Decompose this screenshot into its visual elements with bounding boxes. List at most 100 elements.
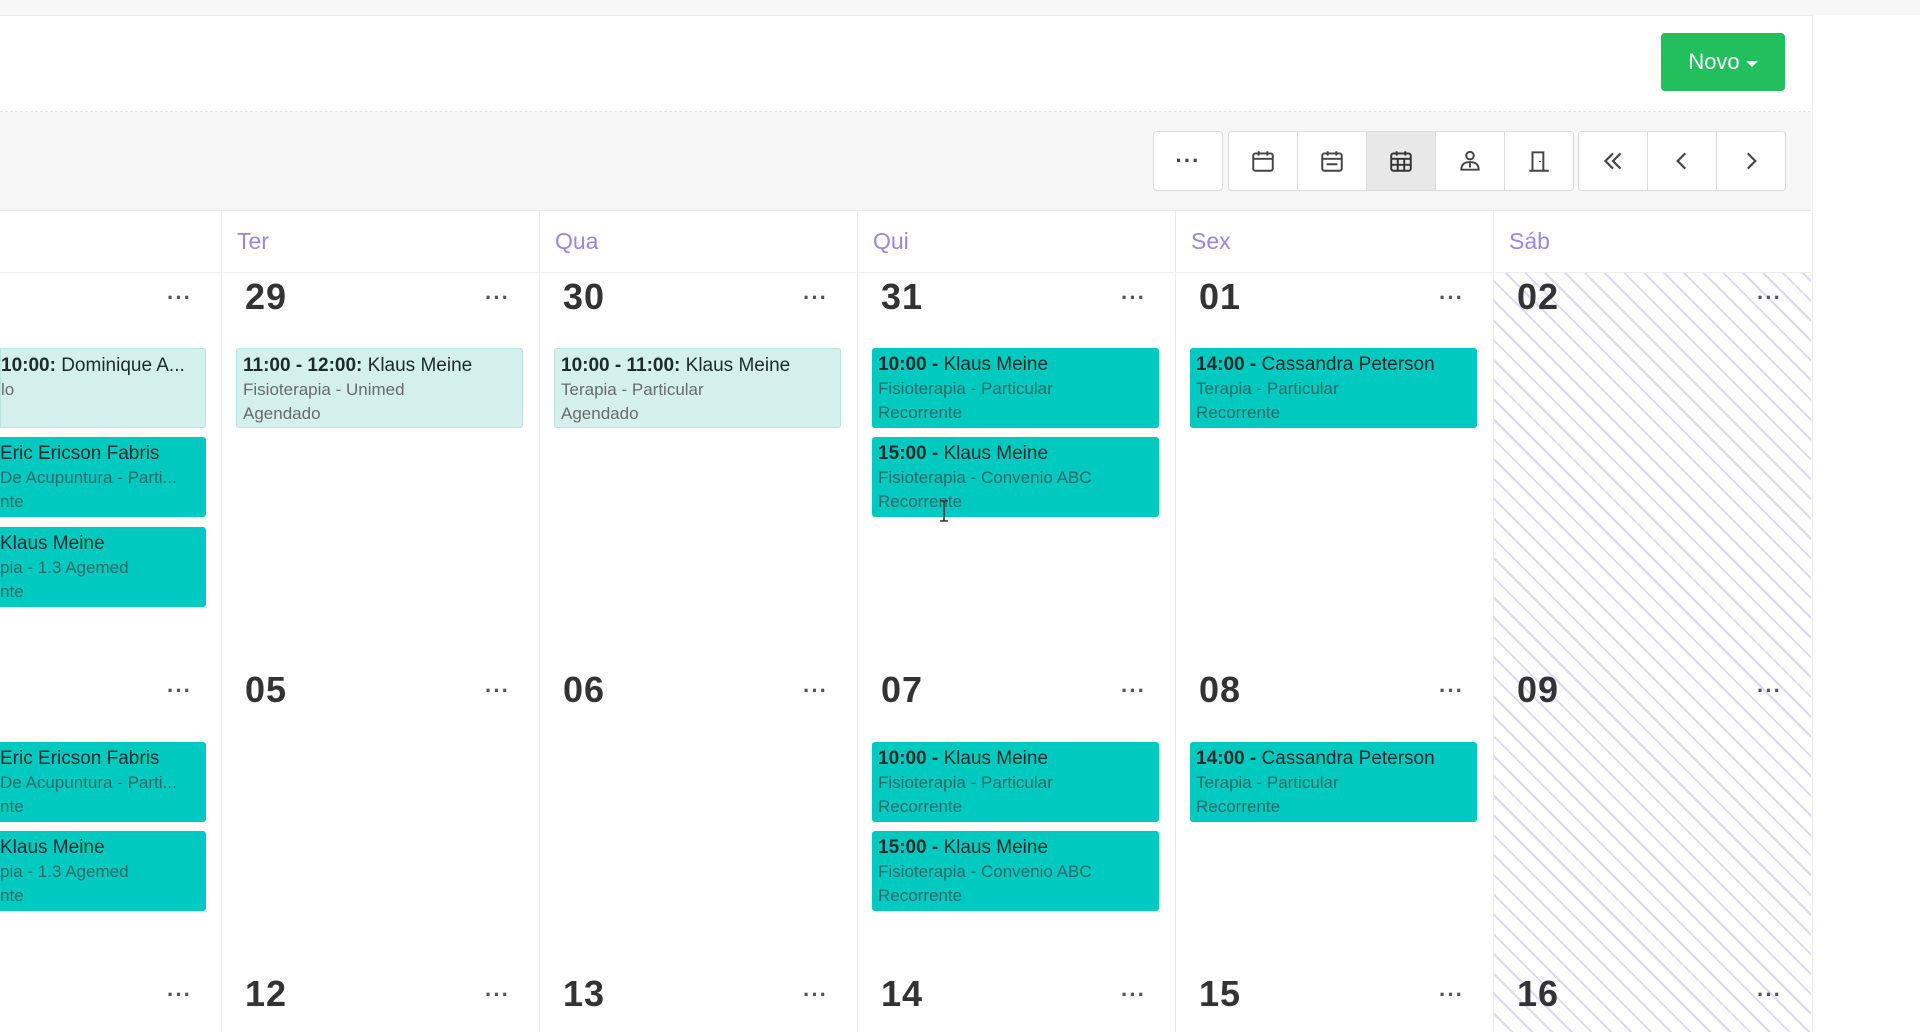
day-more-button[interactable]: ··· — [803, 678, 828, 704]
navigation-group — [1578, 131, 1786, 191]
day-more-button[interactable]: ··· — [1757, 982, 1782, 1008]
day-more-button[interactable]: ··· — [803, 982, 828, 1008]
event-title: 10:00 - Klaus Meine — [878, 747, 1153, 771]
day-number: 02 — [1517, 276, 1560, 317]
chevron-right-icon — [1746, 152, 1757, 170]
column-divider — [857, 211, 858, 1032]
event-card[interactable]: 10:00 - Klaus Meine Fisioterapia - Parti… — [872, 348, 1159, 428]
door-icon — [1529, 151, 1549, 172]
event-title: 10:00 - 11:00: Klaus Meine — [561, 354, 834, 378]
day-more-button[interactable]: ··· — [803, 285, 828, 311]
double-chevron-left-icon — [1603, 152, 1622, 170]
event-card[interactable]: 14:00 - Cassandra Peterson Terapia - Par… — [1190, 742, 1477, 822]
event-status: Recorrente — [878, 797, 963, 816]
day-more-button[interactable]: ··· — [1757, 678, 1782, 704]
day-header-fri: Sex — [1175, 211, 1493, 273]
calendar-day-icon — [1252, 151, 1274, 172]
professional-view-button[interactable] — [1436, 132, 1505, 190]
day-more-button[interactable]: ··· — [1121, 982, 1146, 1008]
event-patient: Klaus Meine — [943, 748, 1049, 769]
day-more-button[interactable]: ··· — [167, 982, 192, 1008]
event-card[interactable]: Eric Ericson Fabris De Acupuntura - Part… — [0, 437, 206, 517]
caret-down-icon — [1745, 60, 1758, 67]
event-card[interactable]: Eric Ericson Fabris De Acupuntura - Part… — [0, 742, 206, 822]
day-number: 14 — [881, 973, 924, 1014]
day-number: 08 — [1199, 669, 1242, 710]
day-number: 06 — [563, 669, 606, 710]
day-more-button[interactable]: ··· — [485, 678, 510, 704]
column-divider — [1493, 211, 1494, 1032]
day-number: 16 — [1517, 973, 1560, 1014]
day-header-sat: Sáb — [1493, 211, 1811, 273]
event-card[interactable]: 10:00 - Klaus Meine Fisioterapia - Parti… — [872, 742, 1159, 822]
month-view-button[interactable] — [1367, 132, 1436, 190]
event-patient: Cassandra Peterson — [1261, 354, 1435, 375]
event-time: 11:00 - 12:00: — [243, 355, 363, 376]
event-title: 10:00 - Klaus Meine — [878, 353, 1153, 377]
first-page-button[interactable] — [1579, 132, 1648, 190]
chevron-left-icon — [1676, 152, 1687, 170]
column-divider — [539, 211, 540, 1032]
day-more-button[interactable]: ··· — [167, 285, 192, 311]
event-detail: Terapia - Particular — [1196, 379, 1339, 398]
page-header — [0, 16, 1811, 112]
day-number: 31 — [881, 276, 924, 317]
day-number: 30 — [563, 276, 606, 317]
event-title: 11:00 - 12:00: Klaus Meine — [243, 354, 516, 378]
event-status: Agendado — [243, 404, 321, 423]
day-more-button[interactable]: ··· — [1121, 678, 1146, 704]
event-card[interactable]: 10:00: Dominique A... lo — [0, 348, 206, 428]
event-patient: Cassandra Peterson — [1261, 748, 1435, 769]
day-header-thu: Qui — [857, 211, 1175, 273]
event-detail: Fisioterapia - Particular — [878, 379, 1053, 398]
day-more-button[interactable]: ··· — [1757, 285, 1782, 311]
event-card[interactable]: 14:00 - Cassandra Peterson Terapia - Par… — [1190, 348, 1477, 428]
event-card[interactable]: 15:00 - Klaus Meine Fisioterapia - Conve… — [872, 831, 1159, 911]
event-detail: Fisioterapia - Particular — [878, 773, 1053, 792]
event-patient: Klaus Meine — [943, 354, 1049, 375]
day-more-button[interactable]: ··· — [1121, 285, 1146, 311]
room-view-button[interactable] — [1505, 132, 1573, 190]
event-patient: Klaus Meine — [943, 837, 1049, 858]
week-view-button[interactable] — [1298, 132, 1367, 190]
event-card[interactable]: Klaus Meine pia - 1.3 Agemed nte — [0, 831, 206, 911]
day-more-button[interactable]: ··· — [167, 678, 192, 704]
more-options-button[interactable]: ··· — [1154, 132, 1222, 190]
event-status: Agendado — [561, 404, 639, 423]
view-switcher — [1228, 131, 1574, 191]
event-detail: De Acupuntura - Parti... — [0, 773, 177, 792]
new-button[interactable]: Novo — [1661, 33, 1785, 91]
day-number: 05 — [245, 669, 288, 710]
ellipsis-icon: ··· — [1175, 148, 1201, 173]
day-more-button[interactable]: ··· — [485, 285, 510, 311]
event-status: Recorrente — [878, 492, 963, 511]
day-more-button[interactable]: ··· — [1439, 285, 1464, 311]
day-more-button[interactable]: ··· — [1439, 678, 1464, 704]
event-card[interactable]: 15:00 - Klaus Meine Fisioterapia - Conve… — [872, 437, 1159, 517]
event-status: Recorrente — [1196, 403, 1281, 422]
unavailable-day-hatch — [1494, 273, 1811, 1032]
event-time: 15:00 - — [878, 443, 939, 464]
event-time: 10:00 - 11:00: — [561, 355, 681, 376]
day-number: 01 — [1199, 276, 1242, 317]
event-card[interactable]: 10:00 - 11:00: Klaus Meine Terapia - Par… — [554, 348, 841, 428]
more-options-group: ··· — [1153, 131, 1223, 191]
previous-button[interactable] — [1648, 132, 1717, 190]
day-header-tue: Ter — [221, 211, 539, 273]
calendar-month-icon — [1390, 151, 1412, 172]
event-title: 14:00 - Cassandra Peterson — [1196, 353, 1471, 377]
day-view-button[interactable] — [1229, 132, 1298, 190]
event-card[interactable]: 11:00 - 12:00: Klaus Meine Fisioterapia … — [236, 348, 523, 428]
event-detail: Terapia - Particular — [1196, 773, 1339, 792]
day-header-wed: Qua — [539, 211, 857, 273]
day-number: 09 — [1517, 669, 1560, 710]
event-status: Recorrente — [878, 886, 963, 905]
event-patient: Klaus Meine — [0, 837, 105, 858]
next-button[interactable] — [1717, 132, 1785, 190]
event-patient: Klaus Meine — [943, 443, 1049, 464]
event-patient: Eric Ericson Fabris — [0, 748, 160, 769]
day-more-button[interactable]: ··· — [1439, 982, 1464, 1008]
day-more-button[interactable]: ··· — [485, 982, 510, 1008]
event-card[interactable]: Klaus Meine pia - 1.3 Agemed nte — [0, 527, 206, 607]
event-status: nte — [0, 492, 24, 511]
